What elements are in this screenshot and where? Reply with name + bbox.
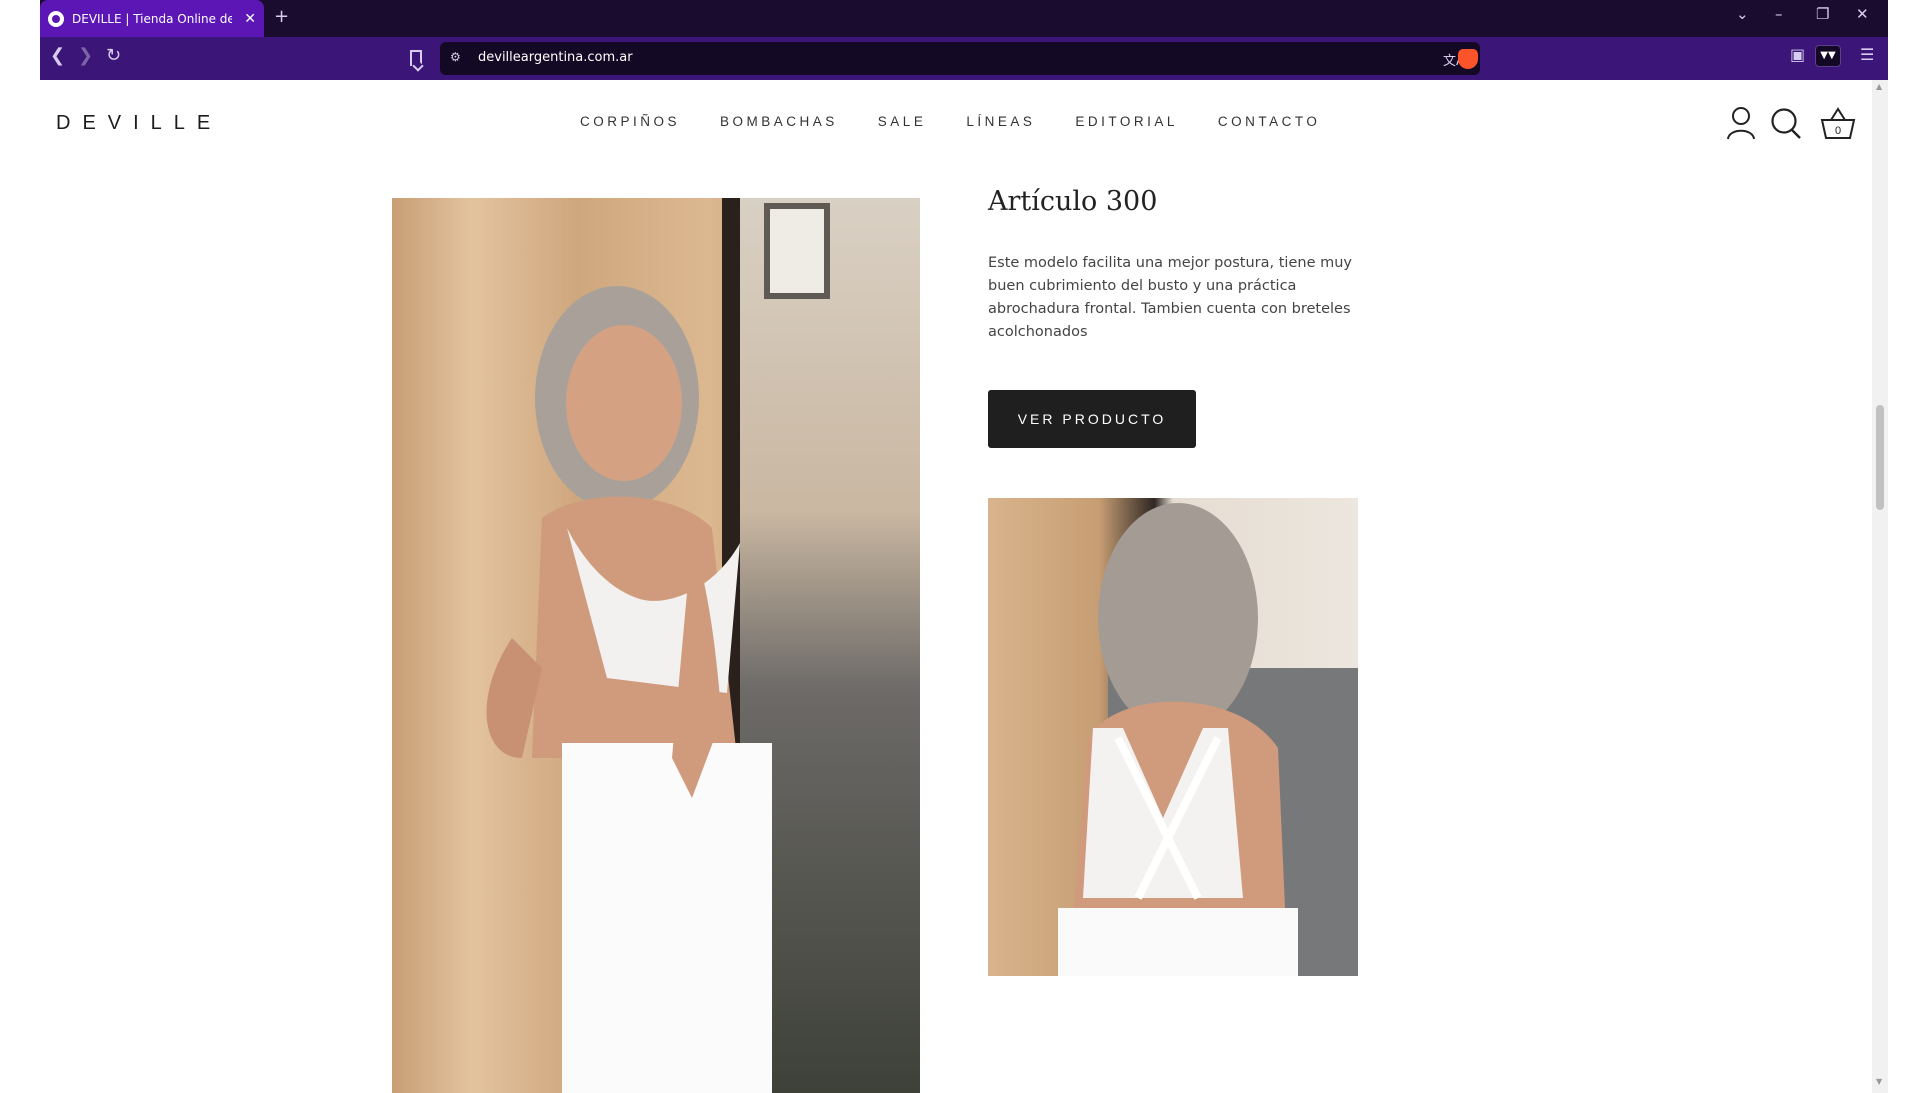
bookmark-icon[interactable] <box>410 50 422 66</box>
browser-toolbar: ❮ ❯ ↻ ⚙ devilleargentina.com.ar 文A ▣ ▼▼ … <box>40 37 1888 80</box>
sidebar-icon[interactable]: ▣ <box>1790 47 1805 63</box>
close-window-button[interactable]: ✕ <box>1856 7 1869 22</box>
restore-button[interactable]: ❐ <box>1816 7 1829 22</box>
forward-arrow-icon[interactable]: ❯ <box>78 47 93 65</box>
tab-search-button[interactable]: ⌄ <box>1736 7 1749 22</box>
main-nav: CORPIÑOS BOMBACHAS SALE LÍNEAS EDITORIAL… <box>580 114 1360 129</box>
new-tab-button[interactable]: + <box>274 8 289 26</box>
nav-item-editorial[interactable]: EDITORIAL <box>1075 114 1178 129</box>
account-icon[interactable] <box>1726 106 1756 140</box>
search-icon[interactable] <box>1770 106 1802 140</box>
product-title: Artículo 300 <box>988 186 1158 217</box>
nav-item-lineas[interactable]: LÍNEAS <box>966 114 1035 129</box>
menu-icon[interactable]: ☰ <box>1860 47 1874 63</box>
favicon <box>48 10 64 27</box>
product-photo-main-image <box>392 198 920 1093</box>
product-description: Este modelo facilita una mejor postura, … <box>988 255 1353 340</box>
back-arrow-icon[interactable]: ❮ <box>50 47 65 65</box>
scroll-thumb[interactable] <box>1876 405 1884 510</box>
cart-icon[interactable]: 0 <box>1820 106 1856 140</box>
tab-close-icon[interactable]: ✕ <box>244 12 256 26</box>
web-page: DEVILLE CORPIÑOS BOMBACHAS SALE LÍNEAS E… <box>40 80 1888 1093</box>
product-photo-main[interactable] <box>392 198 920 1093</box>
nav-item-sale[interactable]: SALE <box>878 114 927 129</box>
brave-shield-icon[interactable] <box>1458 49 1478 69</box>
scroll-up-icon[interactable]: ▲ <box>1876 82 1882 91</box>
minimize-button[interactable]: – <box>1775 7 1783 22</box>
nav-item-contacto[interactable]: CONTACTO <box>1218 114 1321 129</box>
browser-tab[interactable]: DEVILLE | Tienda Online de Ropa ✕ <box>40 0 264 37</box>
wallet-icon[interactable]: ▼▼ <box>1815 45 1841 67</box>
page-scrollbar[interactable]: ▲ ▼ <box>1872 80 1888 1093</box>
product-photo-secondary[interactable] <box>988 498 1358 976</box>
site-logo[interactable]: DEVILLE <box>56 112 222 135</box>
nav-item-corpinos[interactable]: CORPIÑOS <box>580 114 680 129</box>
nav-item-bombachas[interactable]: BOMBACHAS <box>720 114 838 129</box>
cart-count: 0 <box>1835 125 1841 137</box>
url-text[interactable]: devilleargentina.com.ar <box>478 50 633 65</box>
scroll-down-icon[interactable]: ▼ <box>1876 1077 1882 1086</box>
browser-window: DEVILLE | Tienda Online de Ropa ✕ + ⌄ – … <box>40 0 1888 1093</box>
ver-producto-button[interactable]: VER PRODUCTO <box>988 390 1196 448</box>
site-settings-icon[interactable]: ⚙ <box>450 51 461 63</box>
reload-icon[interactable]: ↻ <box>106 47 121 65</box>
tab-title: DEVILLE | Tienda Online de Ropa <box>72 11 232 26</box>
product-photo-secondary-image <box>988 498 1358 976</box>
tab-strip: DEVILLE | Tienda Online de Ropa ✕ + ⌄ – … <box>40 0 1888 37</box>
address-bar[interactable]: ⚙ devilleargentina.com.ar 文A <box>440 42 1480 75</box>
